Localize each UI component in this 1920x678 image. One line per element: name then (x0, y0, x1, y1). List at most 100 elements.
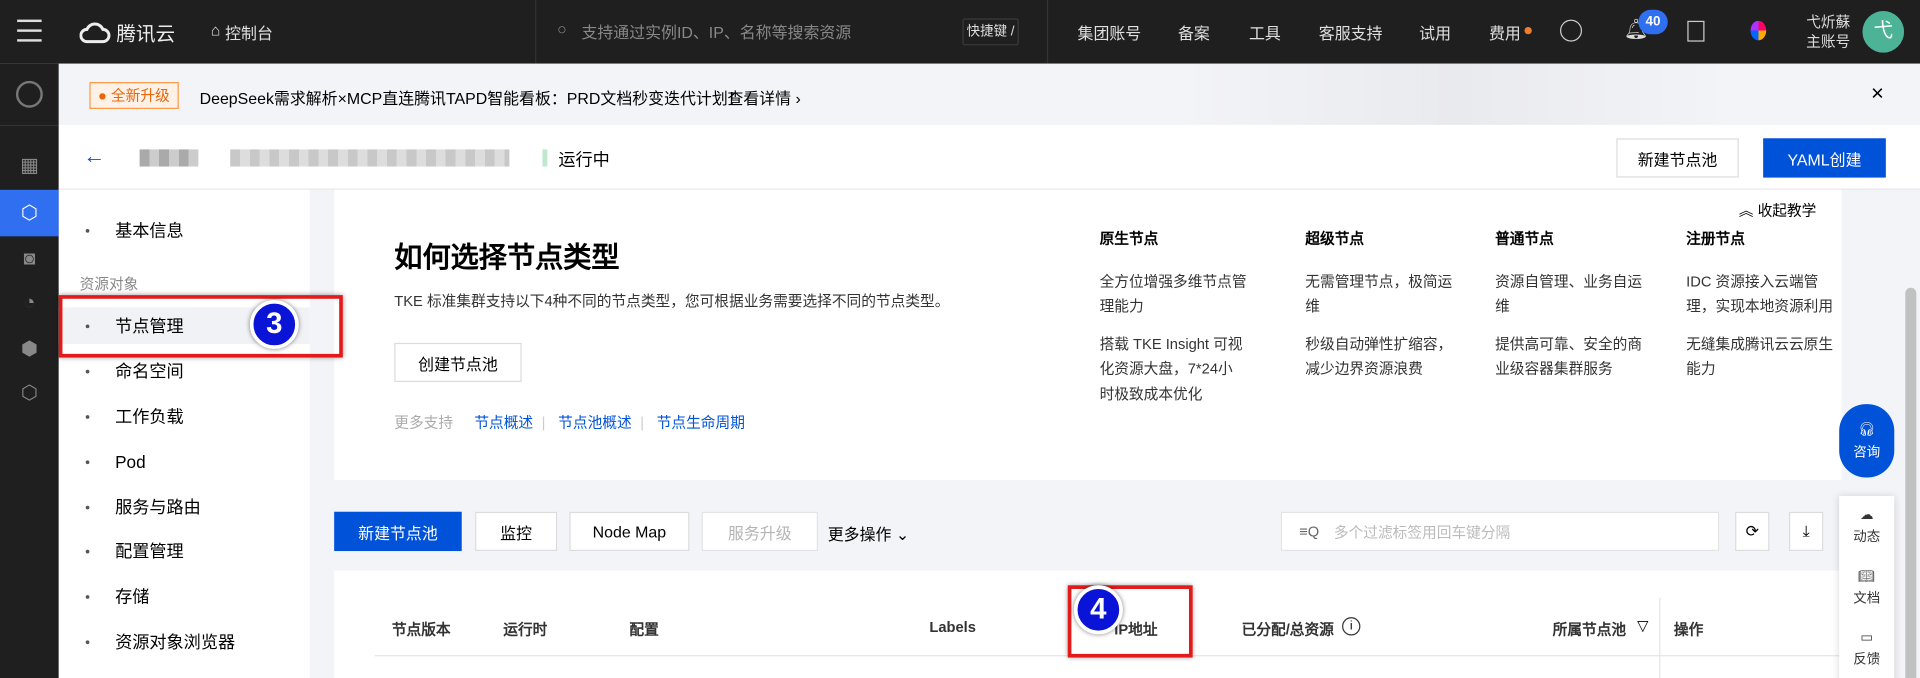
feedback-icon: ▭ (1860, 630, 1874, 646)
highlight-nodes-menu (58, 295, 343, 358)
service-upgrade-button[interactable]: 服务升级 (701, 511, 818, 552)
tutorial-title: 如何选择节点类型 (394, 241, 620, 274)
ai-assistant-icon[interactable] (1750, 20, 1767, 41)
col-config: 配置 (629, 620, 659, 638)
monitor-pie-icon[interactable]: ◔ (0, 280, 59, 327)
brand-name: 腾讯云 (116, 24, 176, 46)
filter-placeholder: 多个过滤标签用回车键分隔 (1333, 523, 1511, 541)
type-line: 无需管理节点，极简运维 (1305, 272, 1453, 315)
yaml-create-button[interactable]: YAML创建 (1763, 138, 1886, 178)
node-type-super: 超级节点无需管理节点，极简运维 秒级自动弹性扩缩容，减少边界资源浪费 (1305, 227, 1452, 394)
more-support: 更多支持 节点概述 | 节点池概述 | 节点生命周期 (394, 413, 745, 432)
scrollbar[interactable] (1901, 189, 1920, 678)
nav-support[interactable]: 客服支持 (1319, 21, 1383, 44)
sidebar-item-services[interactable]: 服务与路由 (59, 489, 310, 526)
nav-trial[interactable]: 试用 (1419, 21, 1451, 44)
sidebar-section-label: 资源对象 (79, 275, 139, 293)
cloud-news-icon: ☁ (1860, 508, 1874, 523)
node-type-registered: 注册节点 IDC 资源接入云端管理，实现本地资源利用 无缝集成腾讯云云原生能力 (1686, 227, 1833, 394)
search-icon: ○ (557, 19, 567, 38)
type-title: 注册节点 (1686, 230, 1745, 248)
shortcut-key[interactable]: 快捷键 / (962, 18, 1019, 46)
type-title: 普通节点 (1495, 230, 1554, 248)
more-actions-dropdown[interactable]: 更多操作 ⌄ (828, 522, 909, 545)
avatar[interactable]: 弋 (1862, 11, 1905, 53)
type-line: 秒级自动弹性扩缩容，减少边界资源浪费 (1305, 334, 1453, 378)
download-button[interactable]: ⤓ (1788, 511, 1824, 552)
dashboard-grid-icon[interactable]: ▦ (0, 142, 59, 189)
node-type-native: 原生节点 全方位增强多维节点管理能力 搭载 TKE Insight 可视化资源大盘，… (1100, 227, 1247, 419)
status-indicator (542, 149, 548, 167)
book-icon: 📖︎ (1858, 569, 1876, 585)
nav-tools[interactable]: 工具 (1249, 21, 1281, 44)
nav-group-account[interactable]: 集团账号 (1078, 21, 1142, 44)
workorder-icon[interactable] (1687, 20, 1705, 42)
tke-icon[interactable]: ⬡ (0, 189, 59, 237)
link-node-overview[interactable]: 节点概述 (474, 414, 533, 431)
console-link[interactable]: ⌂ 控制台 (211, 21, 273, 44)
node-type-normal: 普通节点 资源自管理、业务自运维 提供高可靠、安全的商业级容器集群服务 (1495, 227, 1642, 394)
new-node-pool-toolbar-button[interactable]: 新建节点池 (334, 511, 462, 552)
tutorial-description: TKE 标准集群支持以下4种不同的节点类型，您可根据业务需要选择不同的节点类型。 (394, 292, 950, 310)
sidebar-item-workloads[interactable]: 工作负载 (59, 398, 310, 435)
menu-icon[interactable] (17, 19, 42, 42)
more-support-label: 更多支持 (394, 413, 454, 432)
scrollbar-thumb[interactable] (1905, 287, 1917, 678)
registry-icon[interactable]: ◙ (0, 236, 59, 283)
filter-input[interactable]: ≡Q 多个过滤标签用回车键分隔 (1280, 511, 1720, 552)
monitor-button[interactable]: 监控 (475, 511, 558, 552)
promo-details-link[interactable]: 查看详情 › (727, 86, 800, 109)
back-arrow-icon[interactable]: ← (83, 143, 105, 169)
user-info[interactable]: 弋炘蘇 主账号 (1806, 12, 1850, 51)
sidebar-item-resource-browser[interactable]: 资源对象浏览器 (59, 623, 310, 660)
notification-badge: 40 (1638, 9, 1668, 35)
sidebar-item-storage[interactable]: 存储 (59, 578, 310, 615)
consult-label: 咨询 (1853, 445, 1881, 460)
nav-billing[interactable]: 费用 (1489, 21, 1521, 44)
sidebar-item-pod[interactable]: Pod (59, 443, 310, 480)
billing-dot (1524, 26, 1532, 35)
step-3-marker: 3 (249, 300, 299, 349)
link-node-pool-overview[interactable]: 节点池概述 (558, 414, 631, 431)
type-title: 超级节点 (1305, 230, 1365, 248)
feedback-label: 反馈 (1853, 652, 1881, 668)
sidebar-item-basic-info[interactable]: 基本信息 (59, 212, 310, 249)
new-node-pool-button[interactable]: 新建节点池 (1616, 138, 1739, 178)
cluster-status: 运行中 (558, 149, 610, 169)
promo-tag: ● 全新升级 (89, 82, 179, 109)
docs-button[interactable]: 📖︎ 文档 (1839, 557, 1894, 618)
more-actions-label: 更多操作 (827, 525, 892, 544)
nav-icp[interactable]: 备案 (1178, 21, 1210, 44)
sidebar-item-namespaces[interactable]: 命名空间 (59, 353, 310, 390)
tencent-cloud-logo[interactable]: 腾讯云 (79, 17, 176, 46)
promo-banner: ● 全新升级 DeepSeek需求解析×MCP直连腾讯TAPD智能看板：PRD文… (58, 63, 1920, 125)
link-icon[interactable] (1560, 19, 1583, 42)
tutorial-card: ︽ 收起教学 如何选择节点类型 TKE 标准集群支持以下4种不同的节点类型，您可… (334, 189, 1842, 481)
create-node-pool-button[interactable]: 创建节点池 (394, 342, 522, 383)
filter-icon[interactable]: ▽ (1637, 617, 1648, 634)
user-name: 弋炘蘇 (1806, 13, 1851, 31)
docs-label: 文档 (1853, 591, 1881, 607)
type-title: 原生节点 (1099, 230, 1159, 248)
consult-button[interactable]: 🎧︎ 咨询 (1839, 404, 1895, 478)
node-map-button[interactable]: Node Map (569, 511, 690, 552)
refresh-button[interactable]: ⟳ (1735, 511, 1770, 552)
global-search[interactable]: ○ 支持通过实例ID、IP、名称等搜索资源 (557, 20, 851, 43)
link-node-lifecycle[interactable]: 节点生命周期 (657, 414, 745, 431)
close-icon[interactable]: × (1871, 81, 1884, 107)
deploy-icon[interactable]: ⬡ (0, 370, 59, 417)
collapse-label: 收起教学 (1757, 202, 1817, 220)
cluster-header: ← 运行中 新建节点池 YAML创建 (58, 124, 1920, 190)
info-icon[interactable]: i (1342, 617, 1361, 636)
col-node-pool: 所属节点池 (1552, 620, 1627, 638)
type-line: 全方位增强多维节点管理能力 (1099, 272, 1247, 315)
user-role: 主账号 (1806, 33, 1851, 51)
cube-icon[interactable]: ⬢ (0, 326, 59, 373)
collapse-tutorial[interactable]: ︽ 收起教学 (1739, 200, 1817, 221)
headset-icon: 🎧︎ (1858, 421, 1876, 437)
feedback-button[interactable]: ▭ 反馈 (1839, 618, 1894, 678)
col-resources: 已分配/总资源 (1241, 620, 1334, 638)
sidebar-item-config[interactable]: 配置管理 (59, 533, 310, 570)
globe-icon[interactable] (0, 71, 59, 118)
news-button[interactable]: ☁ 动态 (1839, 496, 1894, 557)
